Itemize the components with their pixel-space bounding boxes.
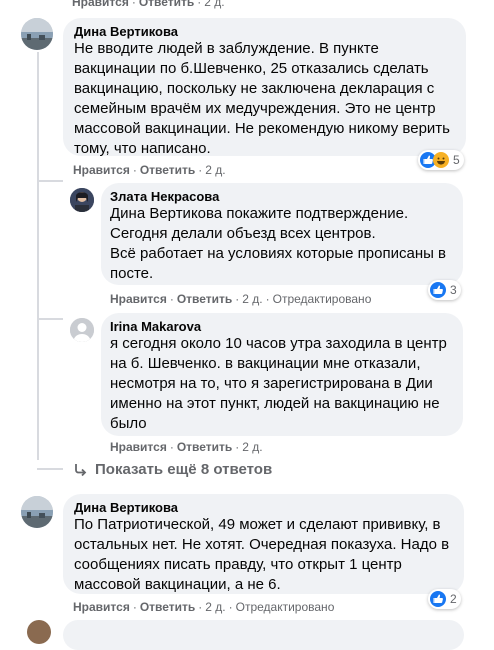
like-reaction-icon: [430, 282, 446, 298]
comment-author[interactable]: Дина Вертикова: [74, 24, 178, 39]
comment-text-line: тому, что написано.: [74, 140, 211, 157]
avatar[interactable]: [27, 620, 51, 644]
comment-actions-row: Нравится · Ответить · 2 д. · Отредактировано: [110, 292, 372, 306]
comment-text-line: я сегодня около 10 часов утра заходила в…: [110, 335, 447, 352]
timestamp[interactable]: 2 д.: [242, 292, 262, 306]
reaction-count: 5: [453, 153, 460, 167]
timestamp[interactable]: 2 д.: [205, 163, 225, 177]
comment-author[interactable]: Irina Makarova: [110, 319, 201, 334]
comment-text-line: Не вводите людей в заблуждение. В пункте: [74, 40, 379, 57]
default-avatar-icon: [70, 318, 94, 342]
top-actions-row: Нравится · Ответить · 2 д.: [72, 0, 225, 9]
like-button[interactable]: Нравится: [73, 163, 130, 177]
reactions-summary[interactable]: 3: [428, 280, 461, 300]
comment-text-line: посте.: [110, 265, 154, 282]
avatar[interactable]: [21, 18, 53, 50]
comment-text-line: вакцинацию, поскольку не заключена декла…: [74, 80, 435, 97]
reaction-count: 2: [450, 592, 457, 606]
comment-text-line: массовой вакцинации, а не 6.: [74, 576, 281, 593]
show-more-label: Показать ещё 8 ответов: [95, 461, 273, 478]
comment-text-line: на б. Шевченко. в вакцинации мне отказал…: [110, 355, 421, 372]
comment-bubble: [63, 620, 464, 650]
like-reaction-icon: [430, 591, 446, 607]
avatar[interactable]: [70, 318, 94, 342]
reply-button[interactable]: Ответить: [140, 163, 195, 177]
comment-text-line: семейным врачём их медучреждения. Это не…: [74, 100, 436, 117]
edited-label[interactable]: Отредактировано: [236, 600, 335, 614]
avatar[interactable]: [21, 496, 53, 528]
thread-branch-2: [37, 318, 63, 320]
like-button[interactable]: Нравится: [72, 0, 129, 9]
reactions-summary[interactable]: 5: [418, 150, 464, 170]
comment-text-line: остальных нет. Не хотят. Очередная показ…: [74, 536, 450, 553]
comment-text-line: Всё работает на условиях которые прописа…: [110, 245, 447, 262]
comment-text-line: вакцинации по б.Шевченко, 25 отказались …: [74, 60, 429, 77]
comment-text-line: сообщениях писать правду, что открыт 1 ц…: [74, 556, 402, 573]
reaction-count: 3: [450, 283, 457, 297]
comment-author[interactable]: Дина Вертикова: [74, 500, 178, 515]
reply-button[interactable]: Ответить: [177, 440, 232, 454]
timestamp[interactable]: 2 д.: [204, 0, 224, 9]
timestamp[interactable]: 2 д.: [242, 440, 262, 454]
comment-text-line: По Патриотической, 49 может и сделают пр…: [74, 516, 441, 533]
like-button[interactable]: Нравится: [110, 440, 167, 454]
edited-label[interactable]: Отредактировано: [273, 292, 372, 306]
like-button[interactable]: Нравится: [110, 292, 167, 306]
thread-branch-1: [37, 180, 63, 182]
reply-arrow-icon: [75, 463, 87, 476]
reply-button[interactable]: Ответить: [139, 0, 194, 9]
comment-text-line: массовой вакцинации. Не рекомендую ником…: [74, 120, 450, 137]
comment-author[interactable]: Злата Некрасова: [110, 189, 219, 204]
avatar[interactable]: [70, 188, 94, 212]
avatar-photo-icon: [21, 496, 53, 528]
comment-text-line: было: [110, 415, 147, 432]
comment-actions-row: Нравится · Ответить · 2 д. · Отредактировано: [73, 600, 335, 614]
haha-reaction-icon: [433, 152, 449, 168]
thread-branch-more: [37, 468, 63, 470]
comment-text-line: именно на этот пункт, людей на вакцинаци…: [110, 395, 440, 412]
avatar-photo-icon: [70, 188, 94, 212]
timestamp[interactable]: 2 д.: [205, 600, 225, 614]
reactions-summary[interactable]: 2: [428, 589, 461, 609]
show-more-replies[interactable]: Показать ещё 8 ответов: [73, 461, 272, 478]
comment-actions-row: Нравится · Ответить · 2 д.: [73, 163, 226, 177]
reply-button[interactable]: Ответить: [177, 292, 232, 306]
thread-line: [37, 52, 39, 460]
comment-actions-row: Нравится · Ответить · 2 д.: [110, 440, 263, 454]
avatar-photo-icon: [21, 18, 53, 50]
like-button[interactable]: Нравится: [73, 600, 130, 614]
comment-text-line: Сегодня делали объезд всех центров.: [110, 225, 376, 242]
reply-button[interactable]: Ответить: [140, 600, 195, 614]
comment-text-line: Дина Вертикова покажите подтверждение.: [110, 205, 409, 222]
comment-text-line: несмотря на то, что я зарегистрирована в…: [110, 375, 433, 392]
